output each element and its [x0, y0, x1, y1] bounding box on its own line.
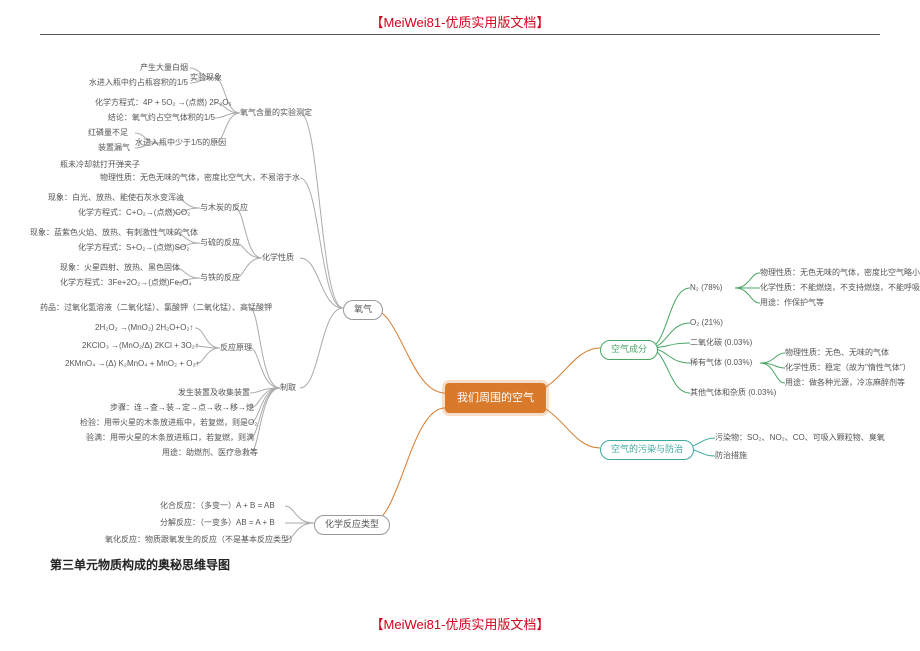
branch-pollution[interactable]: 空气的污染与防治 — [600, 440, 694, 460]
node-other-gas: 其他气体和杂质 (0.03%) — [690, 388, 776, 398]
node-measure-conc: 结论：氧气约占空气体积的1/5 — [105, 113, 215, 123]
branch-components[interactable]: 空气成分 — [600, 340, 658, 360]
node-n2-phys: 物理性质：无色无味的气体，密度比空气略小，难溶于水 — [760, 268, 920, 278]
node-wood: 与木炭的反应 — [200, 203, 248, 213]
node-less-1: 红磷量不足 — [88, 128, 128, 138]
mindmap-diagram: 我们周围的空气 空气成分 N₂ (78%) 物理性质：无色无味的气体，密度比空气… — [0, 48, 920, 548]
node-eq1: 2H₂O₂ →(MnO₂) 2H₂O+O₂↑ — [95, 323, 193, 333]
node-eq3: 2KMnO₄ →(Δ) K₂MnO₄ + MnO₂ + O₂↑ — [65, 359, 200, 369]
node-n2-chem: 化学性质：不能燃烧，不支持燃烧，不能呼吸 — [760, 283, 920, 293]
node-phen-1: 产生大量白烟 — [110, 63, 188, 73]
node-iron-2: 化学方程式：3Fe+2O₂→(点燃)Fe₃O₄ — [60, 278, 192, 288]
node-n2-use: 用途：作保护气等 — [760, 298, 824, 308]
node-oxygen-phys: 物理性质：无色无味的气体，密度比空气大，不易溶于水 — [95, 173, 300, 183]
node-phenomena: 实验现象 — [190, 73, 222, 83]
node-phen-2: 水进入瓶中约占瓶容积的1/5 — [78, 78, 188, 88]
node-prepare: 制取 — [280, 383, 296, 393]
page-footer: 【MeiWei81-优质实用版文档】 — [0, 614, 920, 633]
node-measure-note: 瓶未冷却就打开弹夹子 — [60, 160, 140, 170]
node-principle: 反应原理 — [220, 343, 252, 353]
node-full: 验满：用带火星的木条放进瓶口，若复燃，则满 — [86, 433, 254, 443]
node-oxidation: 氧化反应：物质跟氧发生的反应（不是基本反应类型） — [105, 535, 297, 545]
node-wood-1: 现象：白光、放热、能使石灰水变浑浊 — [48, 193, 184, 203]
node-noble: 稀有气体 (0.03%) — [690, 358, 752, 368]
node-combine: 化合反应：（多变一）A + B = AB — [160, 501, 275, 511]
node-sulfur-2: 化学方程式：S+O₂→(点燃)SO₂ — [78, 243, 189, 253]
branch-reaction-type[interactable]: 化学反应类型 — [314, 515, 390, 535]
node-drug: 药品：过氧化氢溶液（二氧化锰）、氯酸钾（二氧化锰）、高锰酸钾 — [40, 303, 250, 313]
node-device: 发生装置及收集装置 — [178, 388, 250, 398]
header-rule — [40, 34, 880, 35]
node-less: 水进入瓶中少于1/5的原因 — [135, 138, 226, 148]
node-use: 用途：助燃剂、医疗急救等 — [162, 448, 258, 458]
node-chemical: 化学性质 — [262, 253, 294, 263]
node-noble-chem: 化学性质：稳定（故为"惰性气体"） — [785, 363, 911, 373]
node-co2: 二氧化碳 (0.03%) — [690, 338, 752, 348]
center-topic[interactable]: 我们周围的空气 — [445, 383, 546, 413]
node-decompose: 分解反应：（一变多）AB = A + B — [160, 518, 275, 528]
node-iron: 与铁的反应 — [200, 273, 240, 283]
node-n2: N₂ (78%) — [690, 283, 722, 293]
node-sulfur: 与硫的反应 — [200, 238, 240, 248]
node-steps: 步骤：连→查→装→定→点→收→移→熄 — [110, 403, 254, 413]
node-pollutants: 污染物：SO₂、NO₂、CO、可吸入颗粒物、臭氧 — [715, 433, 885, 443]
node-noble-phys: 物理性质：无色、无味的气体 — [785, 348, 889, 358]
caption-text: 第三单元物质构成的奥秘思维导图 — [50, 556, 230, 573]
node-sulfur-1: 现象：蓝紫色火焰、放热、有刺激性气味的气体 — [30, 228, 198, 238]
node-wood-2: 化学方程式：C+O₂→(点燃)CO₂ — [78, 208, 190, 218]
node-o2: O₂ (21%) — [690, 318, 723, 328]
page-header: 【MeiWei81-优质实用版文档】 — [0, 12, 920, 31]
node-less-2: 装置漏气 — [98, 143, 130, 153]
node-iron-1: 现象：火星四射、放热、黑色固体 — [60, 263, 180, 273]
node-measure-eq: 化学方程式：4P + 5O₂ →(点燃) 2P₂O₅ — [95, 98, 215, 108]
node-measure: 氧气含量的实验测定 — [240, 108, 312, 118]
node-eq2: 2KClO₃ →(MnO₂/Δ) 2KCl + 3O₂↑ — [82, 341, 199, 351]
node-noble-use: 用途：做各种光源，冷冻麻醉剂等 — [785, 378, 905, 388]
node-check: 检验：用带火星的木条放进瓶中，若复燃，则是O₂ — [80, 418, 257, 428]
branch-oxygen[interactable]: 氧气 — [343, 300, 383, 320]
node-prevention: 防治措施 — [715, 451, 747, 461]
